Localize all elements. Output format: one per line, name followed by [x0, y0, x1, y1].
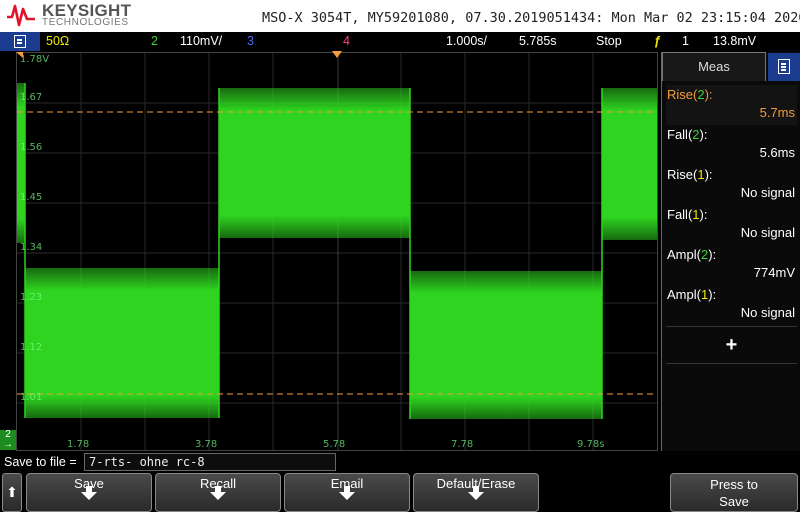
main-menu-button[interactable]: [0, 32, 40, 51]
document-icon: [778, 59, 790, 74]
timebase-value[interactable]: 1.000s/: [446, 34, 487, 48]
ch1-impedance[interactable]: 50Ω: [46, 34, 69, 48]
meas-item-value: 5.7ms: [759, 105, 795, 120]
meas-item-fall-2[interactable]: Fall(2): 5.6ms: [666, 125, 797, 165]
press-to-save-softkey[interactable]: Press to Save: [670, 473, 798, 512]
meas-item-ampl-1[interactable]: Ampl(1): No signal: [666, 285, 797, 325]
down-arrow-icon: [468, 486, 484, 500]
waveform-graph: [17, 53, 657, 450]
meas-item-fall-1[interactable]: Fall(1): No signal: [666, 205, 797, 245]
press-save-label: Save: [719, 494, 749, 509]
trigger-position-marker[interactable]: [332, 51, 342, 58]
y-label-5: 1.23: [20, 292, 43, 303]
meas-tab[interactable]: Meas: [662, 52, 766, 81]
filename-field[interactable]: 7-rts- ohne rc-8: [84, 453, 336, 471]
measurements-panel: Meas Rise(2): 5.7ms Fall(2): 5.6ms Rise(…: [661, 52, 800, 451]
waveform-display[interactable]: 1.78V 1.67 1.56 1.45 1.34 1.23 1.12 1.01…: [16, 52, 658, 451]
meas-item-label: Ampl(1):: [667, 287, 717, 302]
x-label-2: 5.78: [323, 439, 346, 450]
trigger-source[interactable]: 1: [682, 34, 689, 48]
y-label-0: 1.78V: [20, 54, 50, 65]
meas-item-value: 5.6ms: [759, 145, 795, 160]
keysight-logo-icon: [7, 4, 35, 27]
brand-subtitle: TECHNOLOGIES: [42, 17, 129, 28]
email-softkey[interactable]: Email: [284, 473, 410, 512]
ch2-scale[interactable]: 110mV/: [180, 34, 222, 48]
ch3-number[interactable]: 3: [247, 34, 254, 48]
default-erase-softkey[interactable]: Default/Erase: [413, 473, 539, 512]
meas-item-label: Fall(1):: [667, 207, 708, 222]
press-to-label: Press to: [710, 477, 758, 492]
meas-item-label: Rise(1):: [667, 167, 713, 182]
meas-item-value: No signal: [740, 185, 795, 200]
y-label-1: 1.67: [20, 92, 43, 103]
x-label-0: 1.78: [67, 439, 90, 450]
ch2-ground-marker[interactable]: 2 →: [0, 430, 16, 450]
y-label-7: 1.01: [20, 392, 43, 403]
meas-item-value: No signal: [740, 225, 795, 240]
meas-item-label: Ampl(2):: [667, 247, 717, 262]
meas-item-label: Fall(2):: [667, 127, 708, 142]
meas-item-value: No signal: [740, 305, 795, 320]
ch2-marker-label: 2: [5, 429, 11, 440]
y-label-4: 1.34: [20, 242, 43, 253]
meas-item-rise-1[interactable]: Rise(1): No signal: [666, 165, 797, 205]
meas-item-rise-2[interactable]: Rise(2): 5.7ms: [666, 85, 797, 125]
x-label-1: 3.78: [195, 439, 218, 450]
meas-menu-button[interactable]: [768, 53, 800, 81]
x-label-3: 7.78: [451, 439, 474, 450]
down-arrow-icon: [339, 486, 355, 500]
meas-item-ampl-2[interactable]: Ampl(2): 774mV: [666, 245, 797, 285]
meas-item-label: Rise(2):: [667, 87, 713, 102]
ch4-number[interactable]: 4: [343, 34, 350, 48]
y-label-2: 1.56: [20, 142, 43, 153]
delay-value[interactable]: 5.785s: [519, 34, 557, 48]
menu-icon: [14, 35, 26, 48]
trigger-level-marker: [16, 52, 23, 58]
down-arrow-icon: [81, 486, 97, 500]
save-softkey[interactable]: Save: [26, 473, 152, 512]
instrument-title: MSO-X 3054T, MY59201080, 07.30.201905143…: [262, 10, 800, 26]
recall-softkey[interactable]: Recall: [155, 473, 281, 512]
channel-bar: 50Ω 2 110mV/ 3 4 1.000s/ 5.785s Stop ƒ 1…: [0, 32, 800, 51]
y-label-6: 1.12: [20, 342, 43, 353]
trigger-edge-icon: ƒ: [654, 34, 661, 48]
down-arrow-icon: [210, 486, 226, 500]
trigger-level[interactable]: 13.8mV: [713, 34, 756, 48]
ch2-number[interactable]: 2: [151, 34, 158, 48]
run-state[interactable]: Stop: [596, 34, 622, 48]
save-file-label: Save to file =: [4, 455, 77, 469]
title-bar: KEYSIGHT TECHNOLOGIES MSO-X 3054T, MY592…: [0, 0, 800, 32]
y-label-3: 1.45: [20, 192, 43, 203]
back-softkey[interactable]: ⬆: [2, 473, 22, 512]
meas-item-value: 774mV: [753, 265, 795, 280]
add-measurement-button[interactable]: +: [666, 326, 797, 364]
x-label-4: 9.78s: [577, 439, 605, 450]
save-file-bar: Save to file = 7-rts- ohne rc-8: [0, 453, 800, 472]
